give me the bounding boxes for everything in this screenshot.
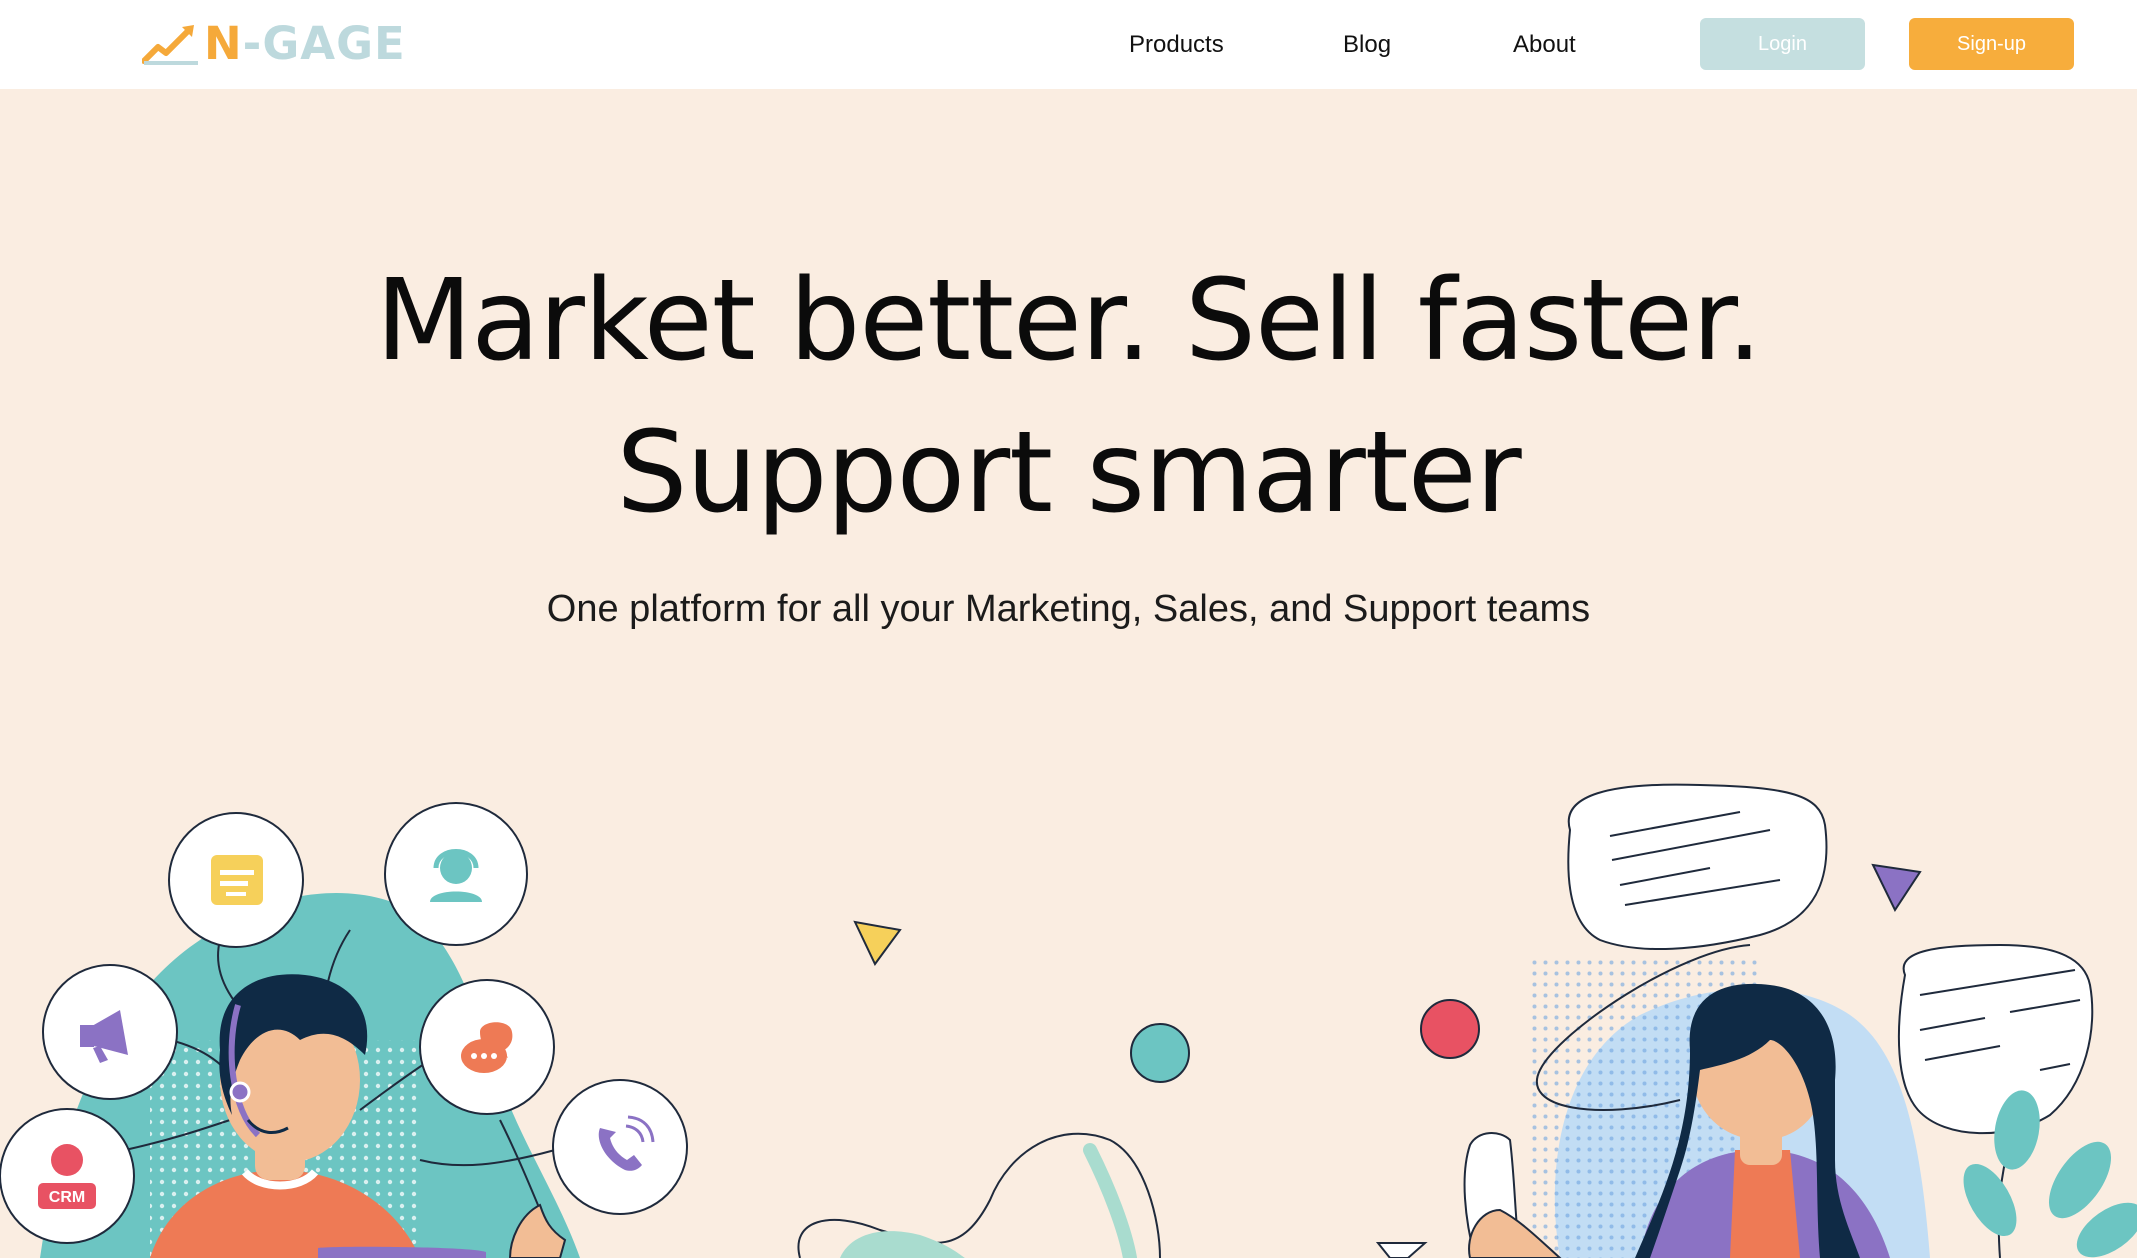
- speech-bubble-small: [1897, 943, 2094, 1135]
- crm-icon-circle: CRM: [0, 1108, 135, 1244]
- teal-circle-shape: [1130, 1023, 1190, 1083]
- megaphone-icon-circle: [42, 964, 178, 1100]
- chat-icon-circle: [419, 979, 555, 1115]
- purple-triangle-shape: [1871, 863, 1922, 913]
- yellow-triangle-shape: [853, 920, 902, 966]
- crm-badge-label: CRM: [49, 1189, 85, 1206]
- note-icon-circle: [168, 812, 304, 948]
- phone-icon-circle: [552, 1079, 688, 1215]
- speech-bubble-large: [1567, 783, 1828, 951]
- hero-illustration: CRM: [0, 783, 2137, 1258]
- leaf-stroke-shape: [1083, 1143, 1137, 1258]
- headset-icon-circle: [384, 802, 528, 946]
- green-blob-shape: [840, 1231, 965, 1258]
- white-triangle-shape: [1375, 1242, 1428, 1258]
- red-circle-shape: [1420, 999, 1480, 1059]
